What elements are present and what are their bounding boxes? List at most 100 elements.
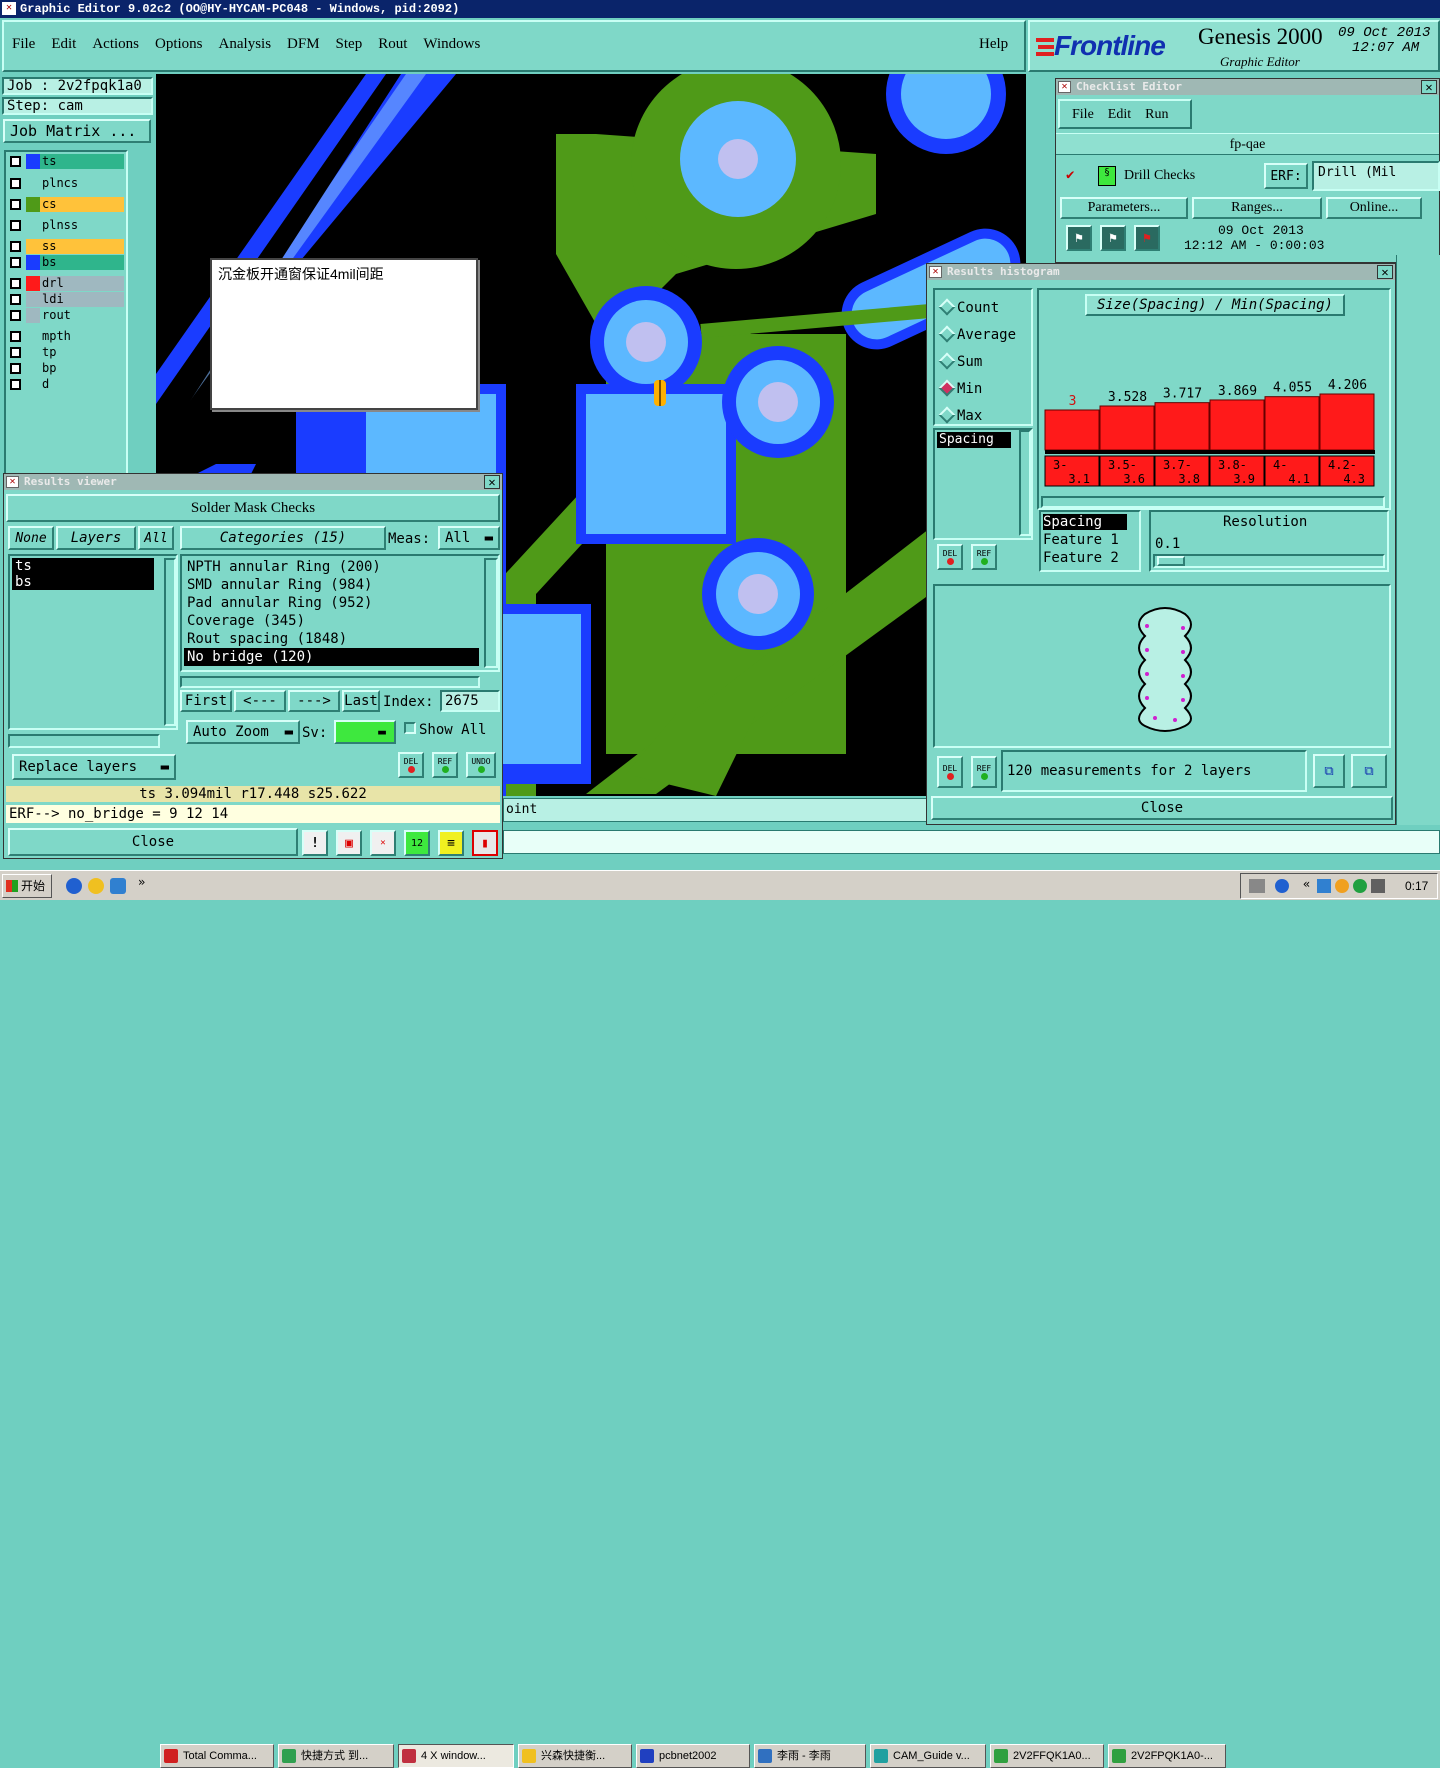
taskbar-item[interactable]: CAM_Guide v...	[870, 1744, 986, 1768]
layer-checkbox[interactable]	[10, 257, 21, 268]
exclamation-tool-icon[interactable]: !	[302, 830, 328, 856]
radio-icon[interactable]	[938, 325, 956, 343]
checklist-menu-run[interactable]: Run	[1145, 107, 1168, 123]
layer-row-ts[interactable]: ts	[8, 154, 124, 169]
layer-checkbox[interactable]	[10, 363, 21, 374]
preview-ref-button[interactable]: REF	[971, 756, 997, 788]
start-button[interactable]: 开始	[2, 874, 52, 898]
stop-run-icon[interactable]: ⚑	[1134, 225, 1160, 251]
category-item[interactable]: Rout spacing (1848)	[184, 630, 479, 648]
preview-del-button[interactable]: DEL	[937, 756, 963, 788]
solder-mask-checks-header[interactable]: Solder Mask Checks	[6, 494, 500, 522]
layer-row-bs[interactable]: bs	[8, 255, 124, 270]
menu-rout[interactable]: Rout	[378, 36, 407, 56]
layer-row-mpth[interactable]: mpth	[8, 329, 124, 344]
run-step-icon[interactable]: ⚑	[1100, 225, 1126, 251]
measure-list-scrollbar[interactable]	[1019, 430, 1031, 536]
taskbar-item[interactable]: Total Comma...	[160, 1744, 274, 1768]
erf-button[interactable]: ERF:	[1264, 163, 1308, 189]
histogram-bar[interactable]	[1264, 396, 1320, 451]
undo-button[interactable]: UNDO	[466, 752, 496, 778]
job-matrix-button[interactable]: Job Matrix ...	[3, 119, 151, 143]
erf-field[interactable]: Drill (Mil	[1312, 161, 1440, 191]
layer-row-rout[interactable]: rout	[8, 308, 124, 323]
window-menu-icon[interactable]: ✕	[929, 266, 942, 278]
show-all-checkbox[interactable]	[404, 722, 416, 734]
check-name[interactable]: Drill Checks	[1124, 168, 1195, 184]
replace-layers-select[interactable]: Replace layers ▬	[12, 754, 176, 780]
checklist-menu-file[interactable]: File	[1072, 107, 1094, 123]
check-enabled-icon[interactable]: ✔	[1066, 167, 1074, 183]
layer-row-tp[interactable]: tp	[8, 345, 124, 360]
erf-tool-icon[interactable]: ✕	[370, 830, 396, 856]
quicklaunch-more-icon[interactable]: »	[138, 875, 145, 889]
layer-row-drl[interactable]: drl	[8, 276, 124, 291]
online-button[interactable]: Online...	[1326, 197, 1422, 219]
layer-checkbox[interactable]	[10, 347, 21, 358]
category-item[interactable]: Pad annular Ring (952)	[184, 594, 479, 612]
radio-icon[interactable]	[938, 298, 956, 316]
window-menu-icon[interactable]: ✕	[6, 476, 19, 488]
del-button[interactable]: DEL	[398, 752, 424, 778]
prev-button[interactable]: <---	[234, 690, 286, 712]
help-menu[interactable]: Help	[979, 36, 1008, 53]
mode-count[interactable]: Count	[935, 298, 1031, 318]
category-item[interactable]: No bridge (120)	[184, 648, 479, 666]
histogram-bar[interactable]	[1319, 393, 1375, 451]
ranges-button[interactable]: Ranges...	[1192, 197, 1322, 219]
window-menu-icon[interactable]: ✕	[1058, 81, 1071, 93]
layer-checkbox[interactable]	[10, 220, 21, 231]
layer-row-cs[interactable]: cs	[8, 197, 124, 212]
run-action-icon[interactable]: ⚑	[1066, 225, 1092, 251]
next-button[interactable]: --->	[288, 690, 340, 712]
keyboard-icon[interactable]	[1249, 879, 1265, 893]
checklist-menu-edit[interactable]: Edit	[1108, 107, 1131, 123]
taskbar-item[interactable]: pcbnet2002	[636, 1744, 750, 1768]
quicklaunch-app-icon[interactable]	[110, 878, 126, 894]
menu-windows[interactable]: Windows	[423, 36, 480, 56]
results-layer-item[interactable]: bs	[12, 574, 154, 590]
close-window-icon[interactable]: ✕	[484, 475, 500, 489]
histogram-bar[interactable]	[1154, 402, 1210, 451]
category-item[interactable]: NPTH annular Ring (200)	[184, 558, 479, 576]
category-item[interactable]: SMD annular Ring (984)	[184, 576, 479, 594]
report-tool-icon[interactable]: ▣	[336, 830, 362, 856]
sv-color-select[interactable]: ▬	[334, 720, 396, 744]
all-layers-button[interactable]: All	[138, 526, 174, 550]
radio-icon[interactable]	[938, 352, 956, 370]
layers-button[interactable]: Layers	[56, 526, 136, 550]
taskbar-item[interactable]: 4 X window...	[398, 1744, 514, 1768]
menu-step[interactable]: Step	[336, 36, 363, 56]
info-item[interactable]: Feature 1	[1043, 532, 1133, 548]
ref-button[interactable]: REF	[432, 752, 458, 778]
menu-analysis[interactable]: Analysis	[219, 36, 272, 56]
hist-del-button[interactable]: DEL	[937, 544, 963, 570]
help-icon[interactable]	[1275, 879, 1289, 893]
menu-edit[interactable]: Edit	[51, 36, 76, 56]
last-button[interactable]: Last	[342, 690, 380, 712]
menu-actions[interactable]: Actions	[92, 36, 139, 56]
layer-row-ss[interactable]: ss	[8, 239, 124, 254]
taskbar-item[interactable]: 李雨 - 李雨	[754, 1744, 866, 1768]
layer-row-plncs[interactable]: plncs	[8, 176, 124, 191]
layer-checkbox[interactable]	[10, 278, 21, 289]
notes-tool-icon[interactable]: ≡	[438, 830, 464, 856]
layer-checkbox[interactable]	[10, 241, 21, 252]
histogram-bar[interactable]	[1099, 405, 1155, 451]
meas-select[interactable]: All ▬	[438, 526, 500, 550]
menu-options[interactable]: Options	[155, 36, 203, 56]
layer-hscroll[interactable]	[8, 734, 160, 748]
histogram-bar[interactable]	[1209, 399, 1265, 451]
layer-checkbox[interactable]	[10, 331, 21, 342]
taskbar-item[interactable]: 快捷方式 到...	[278, 1744, 394, 1768]
tray-expand-icon[interactable]: «	[1303, 877, 1310, 891]
auto-zoom-select[interactable]: Auto Zoom ▬	[186, 720, 300, 744]
layer-checkbox[interactable]	[10, 294, 21, 305]
resolution-slider[interactable]	[1153, 554, 1385, 568]
info-item[interactable]: Spacing	[1043, 514, 1127, 530]
sort-tool-icon[interactable]: 12	[404, 830, 430, 856]
radio-icon[interactable]	[938, 406, 956, 424]
none-button[interactable]: None	[8, 526, 54, 550]
chart-hscroll[interactable]	[1041, 496, 1385, 508]
layer-list-scrollbar[interactable]	[164, 558, 176, 726]
